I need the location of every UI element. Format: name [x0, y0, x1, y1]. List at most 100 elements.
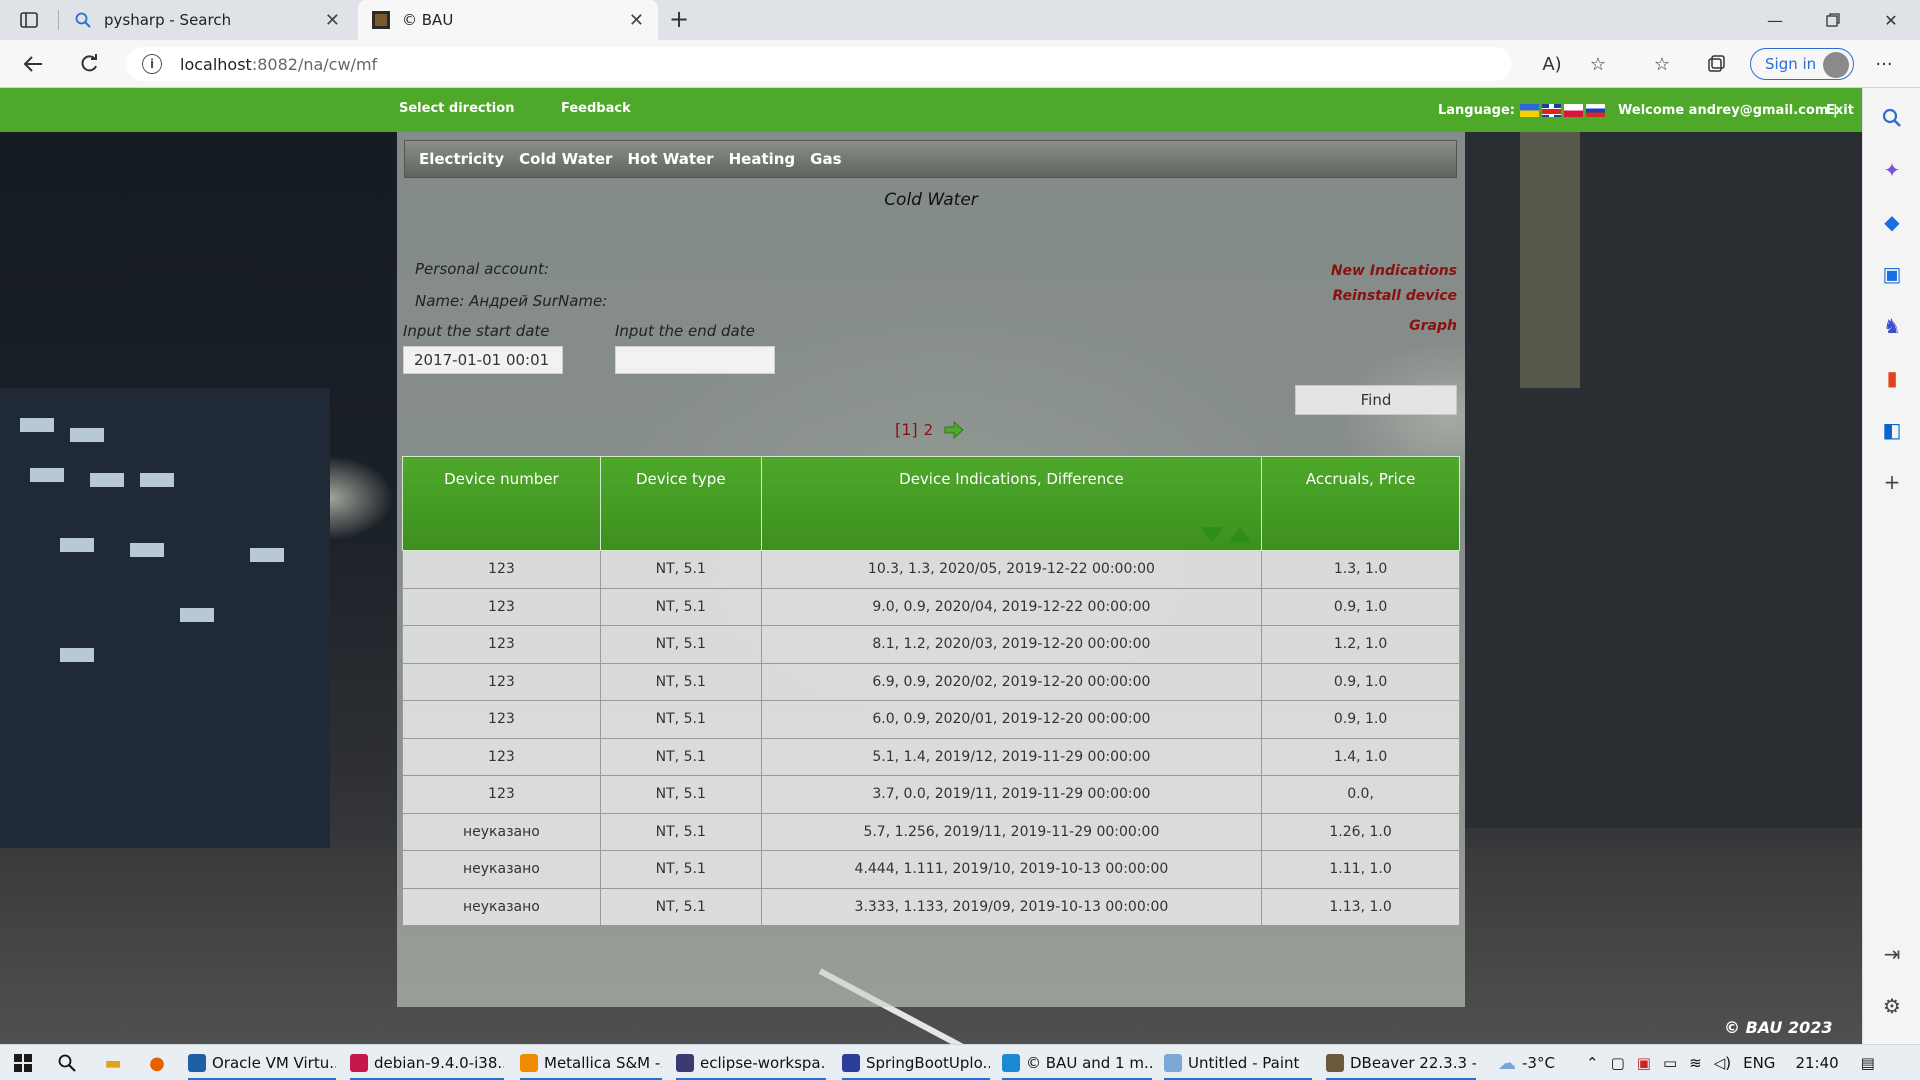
select-direction-link[interactable]: Select direction: [399, 101, 514, 116]
input-language[interactable]: ENG: [1743, 1054, 1775, 1072]
new-tab-icon[interactable]: +: [664, 4, 694, 34]
cell-accruals: 0.9, 1.0: [1261, 587, 1460, 626]
indications-table: Device number Device type Device Indicat…: [402, 456, 1460, 926]
system-tray-icons: ⌃ ▢ ▣ ▭ ≋ ◁) ENG 21:40 ▤: [1586, 1045, 1875, 1080]
taskbar-app-button[interactable]: SpringBootUplo...: [842, 1045, 990, 1080]
next-arrow-icon[interactable]: [943, 420, 965, 439]
graph-link[interactable]: Graph: [1409, 318, 1457, 334]
add-favorite-icon[interactable]: ☆: [1580, 46, 1616, 82]
cell-device-number: 123: [402, 775, 601, 814]
taskbar-app-button[interactable]: Untitled - Paint: [1164, 1045, 1312, 1080]
start-date-input[interactable]: 2017-01-01 00:01: [403, 346, 563, 374]
close-icon[interactable]: ✕: [325, 10, 340, 31]
welcome-text: Welcome andrey@gmail.com |: [1618, 103, 1838, 118]
cell-accruals: 1.4, 1.0: [1261, 737, 1460, 776]
windows-start-icon[interactable]: [11, 1051, 35, 1075]
flag-ukraine-icon[interactable]: [1519, 104, 1539, 117]
taskbar-search-icon[interactable]: [55, 1051, 79, 1075]
building-window: [130, 543, 164, 557]
site-header: Select direction Feedback Language: Welc…: [0, 88, 1862, 132]
browser-tab-search[interactable]: pysharp - Search ✕: [60, 0, 354, 40]
volume-icon[interactable]: ◁): [1714, 1054, 1731, 1072]
url-field[interactable]: i localhost:8082/na/cw/mf: [126, 47, 1512, 81]
refresh-icon[interactable]: [72, 48, 106, 80]
window-close-icon[interactable]: ✕: [1862, 0, 1920, 40]
outlook-icon[interactable]: ◧: [1878, 416, 1906, 444]
flag-russia-icon[interactable]: [1585, 104, 1605, 117]
table-row: 123 NT, 5.1 8.1, 1.2, 2020/03, 2019-12-20 …: [402, 625, 1460, 664]
back-arrow-icon[interactable]: [16, 48, 50, 80]
cell-accruals: 1.13, 1.0: [1261, 887, 1460, 926]
tab-actions-icon[interactable]: [14, 6, 44, 34]
restore-icon[interactable]: [1804, 0, 1862, 40]
new-indications-link[interactable]: New Indications: [1331, 263, 1457, 279]
flag-poland-icon[interactable]: [1563, 104, 1583, 117]
favorites-icon[interactable]: ☆: [1644, 46, 1680, 82]
add-sidebar-app-icon[interactable]: +: [1878, 468, 1906, 496]
tab-separator: [58, 10, 59, 30]
read-aloud-icon[interactable]: A): [1534, 46, 1570, 82]
table-row: 123 NT, 5.1 3.7, 0.0, 2019/11, 2019-11-29 …: [402, 775, 1460, 814]
network-icon[interactable]: ▢: [1611, 1054, 1625, 1072]
tab-hot-water[interactable]: Hot Water: [627, 150, 713, 168]
close-icon[interactable]: ✕: [629, 10, 644, 31]
wifi-icon[interactable]: ≋: [1689, 1054, 1702, 1072]
cell-accruals: 0.9, 1.0: [1261, 662, 1460, 701]
cell-indications: 6.0, 0.9, 2020/01, 2019-12-20 00:00:00: [760, 700, 1263, 739]
sort-ascending-icon[interactable]: [1229, 527, 1252, 543]
taskbar-app-button[interactable]: © BAU and 1 m...: [1002, 1045, 1152, 1080]
reinstall-device-link[interactable]: Reinstall device: [1332, 288, 1457, 304]
end-date-input[interactable]: [615, 346, 775, 374]
sidebar-search-icon[interactable]: [1878, 104, 1906, 132]
shopping-tag-icon[interactable]: ◆: [1878, 208, 1906, 236]
cell-device-type: NT, 5.1: [599, 550, 762, 589]
cell-indications: 6.9, 0.9, 2020/02, 2019-12-20 00:00:00: [760, 662, 1263, 701]
page-viewport: Select direction Feedback Language: Welc…: [0, 88, 1862, 1044]
minimize-icon[interactable]: —: [1746, 0, 1804, 40]
clock-time[interactable]: 21:40: [1795, 1054, 1838, 1072]
tab-gas[interactable]: Gas: [810, 150, 841, 168]
sort-descending-icon[interactable]: [1201, 527, 1224, 543]
header-device-indications-label: Device Indications, Difference: [899, 470, 1124, 488]
tools-icon[interactable]: ▣: [1878, 260, 1906, 288]
cell-indications: 10.3, 1.3, 2020/05, 2019-12-22 00:00:00: [760, 550, 1263, 589]
tab-cold-water[interactable]: Cold Water: [519, 150, 612, 168]
background-window-lit: [1520, 128, 1580, 388]
exit-link[interactable]: Exit: [1826, 103, 1854, 118]
sign-in-button[interactable]: Sign in: [1750, 48, 1854, 80]
security-icon[interactable]: ▣: [1637, 1054, 1651, 1072]
taskbar-app-button[interactable]: Oracle VM Virtu...: [188, 1045, 336, 1080]
cell-accruals: 0.0,: [1261, 775, 1460, 814]
chevron-up-icon[interactable]: ⌃: [1586, 1054, 1599, 1072]
hide-sidebar-icon[interactable]: ⇥: [1878, 940, 1906, 968]
collections-icon[interactable]: [1698, 46, 1734, 82]
tab-electricity[interactable]: Electricity: [419, 150, 504, 168]
taskbar-app-button[interactable]: DBeaver 22.3.3 -...: [1326, 1045, 1476, 1080]
site-favicon-icon: [372, 11, 390, 29]
file-explorer-icon[interactable]: ▬: [101, 1051, 125, 1075]
taskbar-app-button[interactable]: eclipse-workspa...: [676, 1045, 826, 1080]
table-row: 123 NT, 5.1 6.0, 0.9, 2020/01, 2019-12-20 …: [402, 700, 1460, 739]
app-icon: [1002, 1054, 1020, 1072]
browser-tab-bau[interactable]: © BAU ✕: [358, 0, 658, 40]
feedback-link[interactable]: Feedback: [561, 101, 631, 116]
copilot-icon[interactable]: ✦: [1878, 156, 1906, 184]
page-link[interactable]: 2: [924, 421, 934, 439]
more-menu-icon[interactable]: ···: [1866, 46, 1902, 82]
taskbar-app-button[interactable]: Metallica S&M -...: [520, 1045, 662, 1080]
weather-widget[interactable]: ☁ -3°C: [1498, 1045, 1555, 1080]
cell-device-number: неуказано: [402, 887, 601, 926]
taskbar-app-button[interactable]: debian-9.4.0-i38...: [350, 1045, 504, 1080]
notifications-icon[interactable]: ▤: [1861, 1054, 1875, 1072]
battery-icon[interactable]: ▭: [1663, 1054, 1677, 1072]
flag-uk-icon[interactable]: [1541, 104, 1561, 117]
sidebar-settings-icon[interactable]: ⚙: [1878, 992, 1906, 1020]
tab-title: © BAU: [402, 11, 454, 29]
office-icon[interactable]: ▮: [1878, 364, 1906, 392]
games-icon[interactable]: ♞: [1878, 312, 1906, 340]
site-info-icon[interactable]: i: [142, 54, 162, 74]
name-label: Name: Андрей SurName:: [415, 292, 608, 310]
firefox-icon[interactable]: ●: [145, 1051, 169, 1075]
find-button[interactable]: Find: [1295, 385, 1457, 415]
tab-heating[interactable]: Heating: [729, 150, 796, 168]
